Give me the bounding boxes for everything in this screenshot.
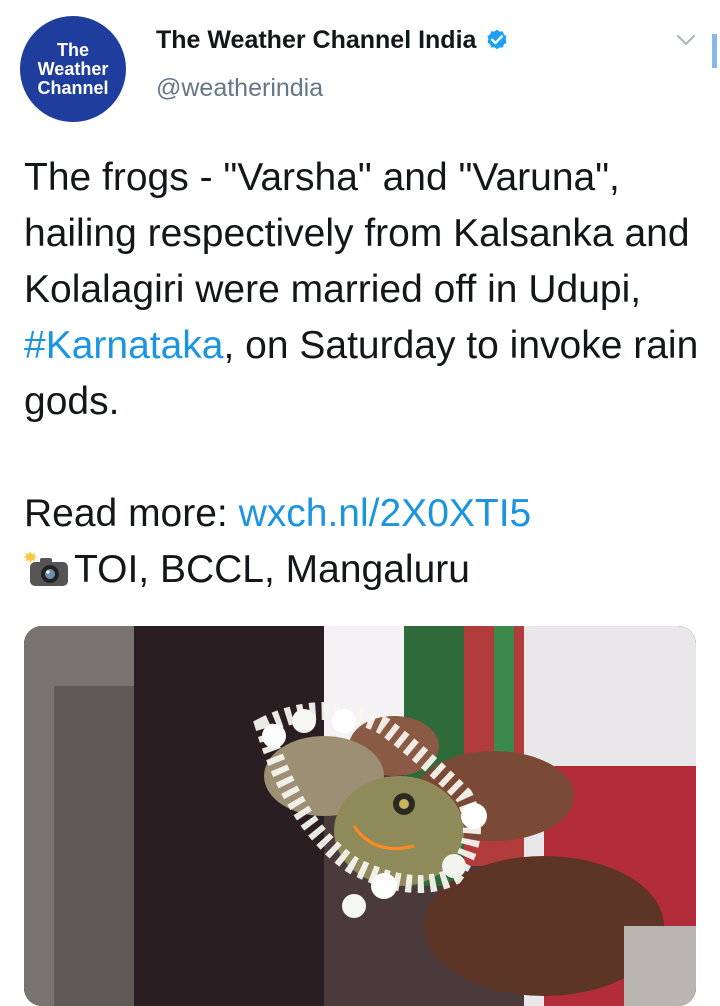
avatar-line-1: The [56,39,89,60]
tweet-body: The frogs - "Varsha" and "Varuna", haili… [24,150,704,430]
read-more-link[interactable]: wxch.nl/2X0XTI5 [239,492,532,535]
tweet-photo[interactable] [24,626,696,1006]
avatar[interactable]: The Weather Channel [20,16,126,122]
author-name-row[interactable]: The Weather Channel India [156,26,510,55]
read-more-line: Read more: wxch.nl/2X0XTI5 [24,486,704,542]
avatar-line-2: Weather [37,58,109,79]
avatar-line-3: Channel [37,77,109,98]
tweet-text: The frogs - "Varsha" and "Varuna", haili… [24,150,704,598]
tweet-text-part-1: The frogs - "Varsha" and "Varuna", haili… [24,156,690,311]
chevron-down-icon[interactable] [672,26,700,54]
hashtag-link[interactable]: #Karnataka [24,324,223,367]
frogs-wedding-photo [24,626,696,1006]
read-more-label: Read more: [24,492,239,535]
scroll-indicator [712,34,717,68]
photo-credit-line: TOI, BCCL, Mangaluru [24,542,704,598]
author-handle[interactable]: @weatherindia [156,74,323,103]
camera-flash-icon [24,551,68,586]
photo-credit: TOI, BCCL, Mangaluru [74,548,470,591]
author-name[interactable]: The Weather Channel India [156,26,476,55]
verified-badge-icon [487,29,507,49]
